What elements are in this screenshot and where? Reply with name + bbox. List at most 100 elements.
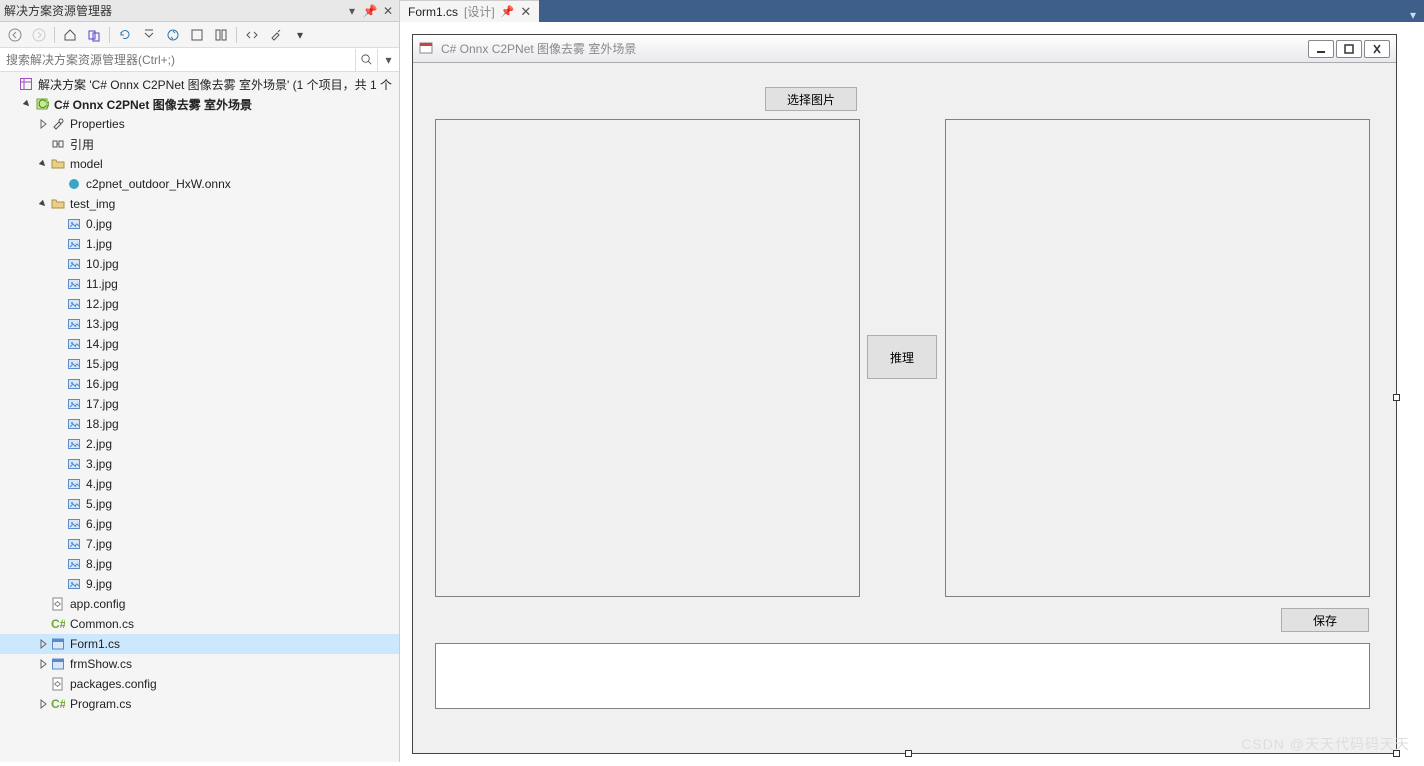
expand-icon[interactable] [52, 217, 66, 231]
pin-icon[interactable]: 📌 [501, 5, 515, 18]
tree-img-12[interactable]: 3.jpg [0, 454, 399, 474]
expand-icon[interactable] [52, 477, 66, 491]
tree-img-10[interactable]: 18.jpg [0, 414, 399, 434]
more-icon[interactable]: ▾ [291, 26, 309, 44]
tree-program-cs[interactable]: C#Program.cs [0, 694, 399, 714]
tree-img-11[interactable]: 2.jpg [0, 434, 399, 454]
tab-overflow-icon[interactable]: ▾ [1402, 8, 1424, 22]
expand-icon[interactable] [52, 277, 66, 291]
expand-icon[interactable] [36, 697, 50, 711]
expand-icon[interactable] [36, 597, 50, 611]
expand-icon[interactable] [36, 617, 50, 631]
tree-properties[interactable]: Properties [0, 114, 399, 134]
tree-img-9[interactable]: 17.jpg [0, 394, 399, 414]
expand-icon[interactable] [36, 637, 50, 651]
tree-img-0[interactable]: 0.jpg [0, 214, 399, 234]
tree-folder-model[interactable]: model [0, 154, 399, 174]
tree-frmshow-cs[interactable]: frmShow.cs [0, 654, 399, 674]
refresh-icon[interactable] [116, 26, 134, 44]
picturebox-output[interactable] [945, 119, 1370, 597]
home-icon[interactable] [61, 26, 79, 44]
expand-icon[interactable] [52, 437, 66, 451]
search-input[interactable] [0, 49, 355, 71]
select-image-button[interactable]: 选择图片 [765, 87, 857, 111]
expand-icon[interactable] [36, 117, 50, 131]
forward-icon[interactable] [30, 26, 48, 44]
search-dropdown-icon[interactable]: ▾ [377, 49, 399, 71]
resize-handle[interactable] [905, 750, 912, 757]
tree-img-5[interactable]: 13.jpg [0, 314, 399, 334]
tree-img-4[interactable]: 12.jpg [0, 294, 399, 314]
tree-onnx-file[interactable]: c2pnet_outdoor_HxW.onnx [0, 174, 399, 194]
tree-img-17[interactable]: 8.jpg [0, 554, 399, 574]
expand-icon[interactable] [36, 137, 50, 151]
infer-button[interactable]: 推理 [867, 335, 937, 379]
minimize-icon[interactable] [1308, 40, 1334, 58]
sync-view-icon[interactable] [85, 26, 103, 44]
expand-icon[interactable] [52, 497, 66, 511]
expand-icon[interactable] [52, 577, 66, 591]
form-body[interactable]: 选择图片 推理 保存 [413, 63, 1396, 753]
tree-img-1[interactable]: 1.jpg [0, 234, 399, 254]
tree-form1-cs[interactable]: Form1.cs [0, 634, 399, 654]
preview-icon[interactable] [212, 26, 230, 44]
expand-icon[interactable] [20, 97, 34, 111]
form-window[interactable]: C# Onnx C2PNet 图像去雾 室外场景 选择图片 推理 保存 [412, 34, 1397, 754]
tree-img-6[interactable]: 14.jpg [0, 334, 399, 354]
back-icon[interactable] [6, 26, 24, 44]
close-icon[interactable]: ✕ [381, 4, 395, 18]
expand-icon[interactable] [52, 377, 66, 391]
resize-handle[interactable] [1393, 394, 1400, 401]
tree-references[interactable]: 引用 [0, 134, 399, 154]
expand-icon[interactable] [4, 77, 18, 91]
tree-img-14[interactable]: 5.jpg [0, 494, 399, 514]
resize-handle[interactable] [1393, 750, 1400, 757]
expand-icon[interactable] [52, 557, 66, 571]
collapse-icon[interactable] [140, 26, 158, 44]
solution-tree[interactable]: 解决方案 'C# Onnx C2PNet 图像去雾 室外场景' (1 个项目，共… [0, 72, 399, 762]
tree-img-2[interactable]: 10.jpg [0, 254, 399, 274]
form-designer[interactable]: C# Onnx C2PNet 图像去雾 室外场景 选择图片 推理 保存 [400, 22, 1424, 766]
close-window-icon[interactable] [1364, 40, 1390, 58]
save-button[interactable]: 保存 [1281, 608, 1369, 632]
expand-icon[interactable] [52, 537, 66, 551]
expand-icon[interactable] [52, 517, 66, 531]
picturebox-input[interactable] [435, 119, 860, 597]
close-icon[interactable]: ✕ [520, 4, 531, 20]
expand-icon[interactable] [52, 237, 66, 251]
expand-icon[interactable] [52, 337, 66, 351]
properties-icon[interactable] [267, 26, 285, 44]
expand-icon[interactable] [36, 657, 50, 671]
sync-icon[interactable] [164, 26, 182, 44]
tree-common-cs[interactable]: C#Common.cs [0, 614, 399, 634]
expand-icon[interactable] [52, 317, 66, 331]
expand-icon[interactable] [36, 197, 50, 211]
search-icon[interactable] [355, 49, 377, 71]
expand-icon[interactable] [36, 677, 50, 691]
dropdown-icon[interactable]: ▾ [345, 4, 359, 18]
tree-img-16[interactable]: 7.jpg [0, 534, 399, 554]
tree-packages-config[interactable]: packages.config [0, 674, 399, 694]
tree-img-3[interactable]: 11.jpg [0, 274, 399, 294]
tree-solution[interactable]: 解决方案 'C# Onnx C2PNet 图像去雾 室外场景' (1 个项目，共… [0, 74, 399, 94]
tree-img-8[interactable]: 16.jpg [0, 374, 399, 394]
expand-icon[interactable] [52, 417, 66, 431]
tree-appconfig[interactable]: app.config [0, 594, 399, 614]
tree-img-13[interactable]: 4.jpg [0, 474, 399, 494]
viewcode-icon[interactable] [243, 26, 261, 44]
log-textbox[interactable] [435, 643, 1370, 709]
expand-icon[interactable] [52, 457, 66, 471]
expand-icon[interactable] [52, 297, 66, 311]
tree-folder-testimg[interactable]: test_img [0, 194, 399, 214]
tree-img-18[interactable]: 9.jpg [0, 574, 399, 594]
expand-icon[interactable] [52, 177, 66, 191]
expand-icon[interactable] [52, 257, 66, 271]
maximize-icon[interactable] [1336, 40, 1362, 58]
expand-icon[interactable] [36, 157, 50, 171]
pin-icon[interactable]: 📌 [363, 4, 377, 18]
tab-form1[interactable]: Form1.cs [设计] 📌 ✕ [400, 0, 539, 22]
expand-icon[interactable] [52, 397, 66, 411]
expand-icon[interactable] [52, 357, 66, 371]
tree-img-7[interactable]: 15.jpg [0, 354, 399, 374]
tree-project[interactable]: C#C# Onnx C2PNet 图像去雾 室外场景 [0, 94, 399, 114]
